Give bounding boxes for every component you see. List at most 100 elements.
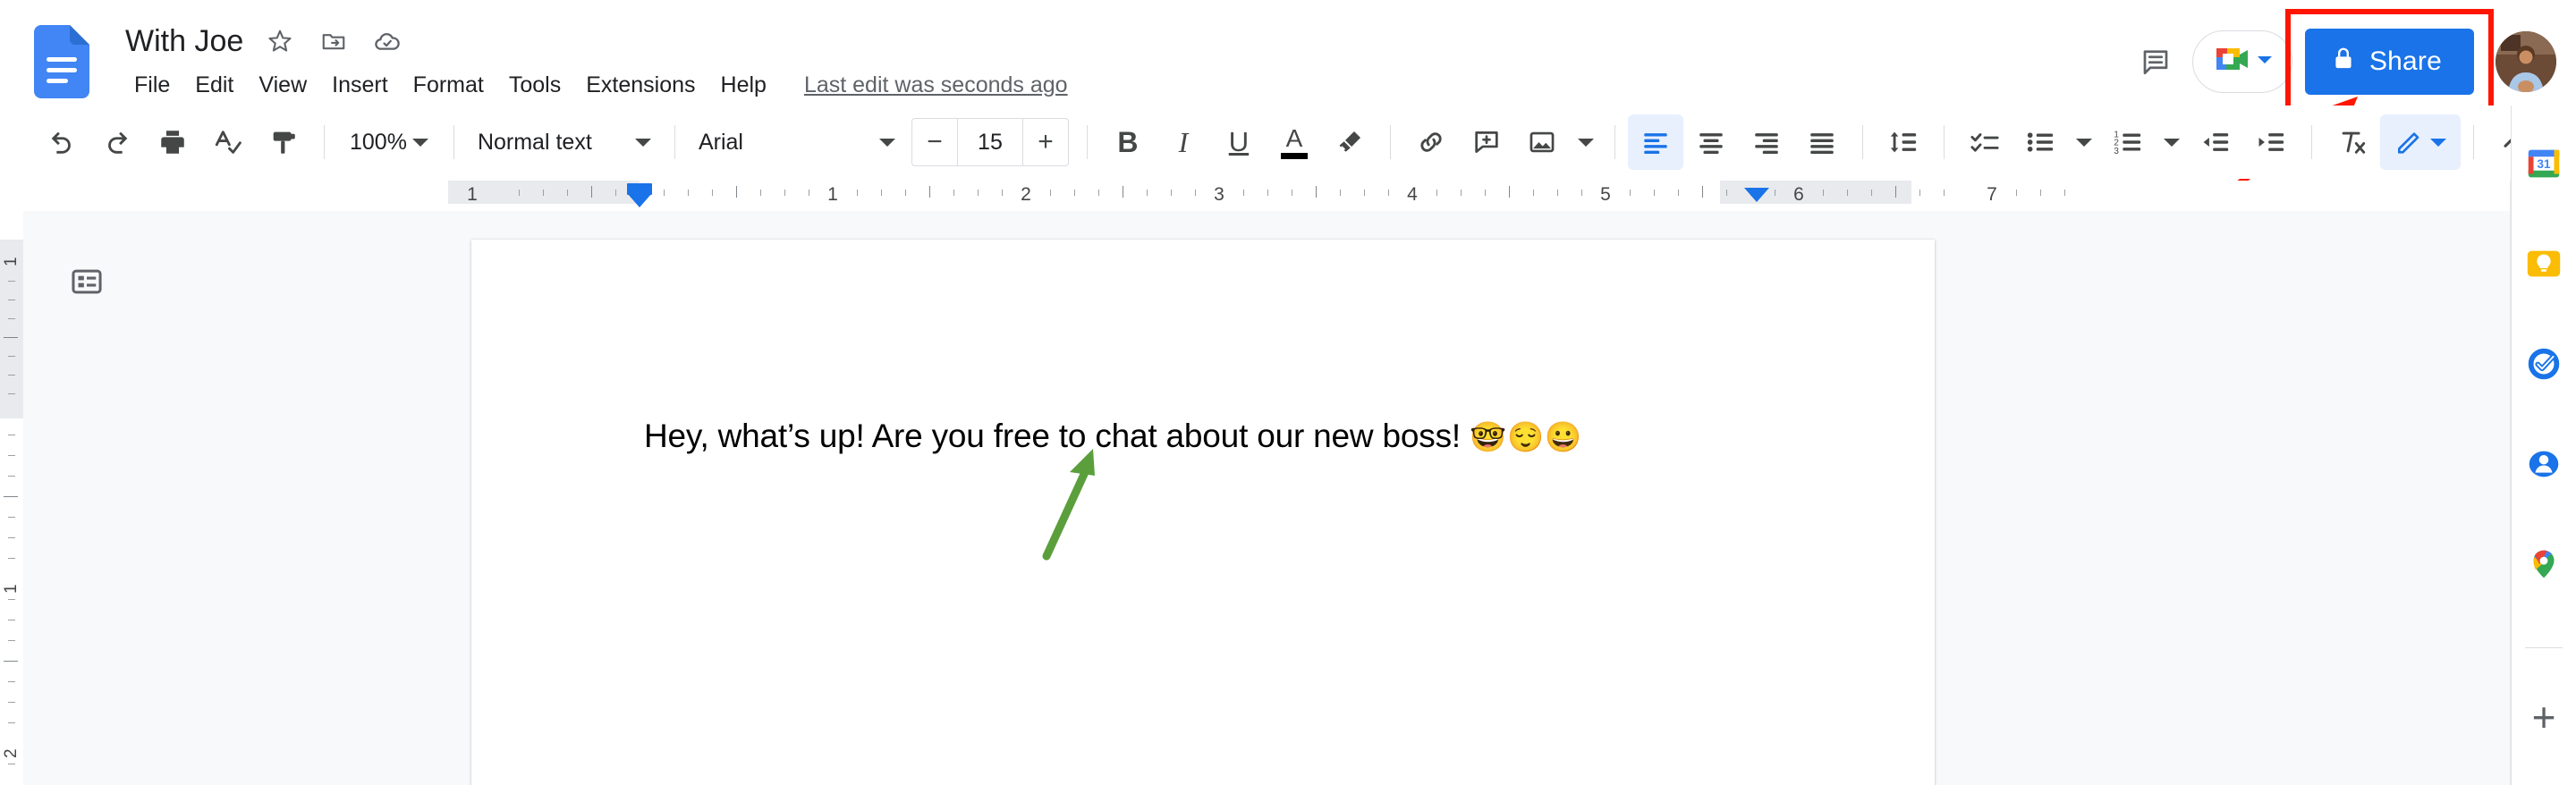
align-center-button[interactable]: [1683, 114, 1739, 170]
document-text[interactable]: Hey, what’s up! Are you free to chat abo…: [644, 418, 1582, 455]
bold-button[interactable]: B: [1100, 114, 1156, 170]
checklist-button[interactable]: [1957, 114, 2012, 170]
align-right-button[interactable]: [1739, 114, 1794, 170]
redo-button[interactable]: [89, 114, 145, 170]
menu-edit[interactable]: Edit: [182, 69, 246, 102]
document-emojis: 🤓😌😀: [1470, 420, 1583, 453]
toolbar-divider: [1943, 125, 1945, 159]
document-title[interactable]: With Joe: [122, 22, 247, 61]
menu-tools[interactable]: Tools: [496, 69, 573, 102]
ruler-tick: [712, 190, 713, 196]
font-size-input[interactable]: 15: [956, 119, 1023, 165]
last-edit-status[interactable]: Last edit was seconds ago: [804, 72, 1068, 98]
ruler-tick: [1581, 190, 1582, 196]
comment-history-icon[interactable]: [2124, 30, 2187, 93]
ruler-tick: [1098, 190, 1099, 196]
ruler-tick: [1461, 190, 1462, 196]
ruler-tick: [1074, 190, 1075, 196]
paragraph-style-dropdown[interactable]: Normal text: [467, 114, 662, 170]
ruler-tick: [1944, 190, 1945, 196]
side-panel-divider: [2525, 647, 2563, 648]
google-calendar-icon[interactable]: 31: [2521, 141, 2566, 186]
increase-indent-button[interactable]: [2243, 114, 2299, 170]
menu-help[interactable]: Help: [708, 69, 779, 102]
decrease-indent-button[interactable]: [2188, 114, 2243, 170]
add-ons-button[interactable]: +: [2521, 695, 2566, 739]
share-button[interactable]: Share: [2304, 28, 2474, 95]
google-maps-icon[interactable]: [2521, 542, 2566, 587]
star-icon[interactable]: [259, 21, 301, 62]
document-outline-icon[interactable]: [59, 254, 114, 309]
font-size-increase-button[interactable]: +: [1023, 119, 1068, 165]
menu-extensions[interactable]: Extensions: [573, 69, 708, 102]
right-indent-marker[interactable]: [1744, 188, 1769, 202]
spell-check-button[interactable]: [200, 114, 256, 170]
font-size-decrease-button[interactable]: −: [912, 119, 957, 165]
image-options-caret[interactable]: [1570, 114, 1602, 170]
align-left-button[interactable]: [1627, 114, 1683, 170]
bulleted-list-caret[interactable]: [2068, 114, 2100, 170]
vertical-ruler[interactable]: 1 1 2: [0, 211, 23, 785]
ruler-number: 7: [1987, 184, 1997, 205]
print-button[interactable]: [145, 114, 200, 170]
menu-format[interactable]: Format: [401, 69, 496, 102]
google-docs-window: With Joe File Edit View Insert Format To…: [0, 0, 2576, 785]
google-tasks-icon[interactable]: [2521, 342, 2566, 386]
ruler-tick: [8, 702, 15, 703]
menu-bar: File Edit View Insert Format Tools Exten…: [122, 64, 1068, 106]
move-to-folder-icon[interactable]: [313, 21, 354, 62]
undo-button[interactable]: [34, 114, 89, 170]
numbered-list-caret[interactable]: [2156, 114, 2188, 170]
ruler-number: 1: [827, 184, 838, 205]
line-spacing-button[interactable]: [1876, 114, 1931, 170]
toolbar-divider: [1614, 125, 1615, 159]
ruler-tick: [8, 599, 15, 600]
account-avatar[interactable]: [2496, 30, 2556, 92]
ruler-tick: [905, 190, 906, 196]
horizontal-ruler[interactable]: 1 1 2 3 4 5 6 7: [0, 181, 2511, 211]
toolbar-divider: [674, 125, 675, 159]
ruler-tick: [2040, 190, 2041, 196]
menu-view[interactable]: View: [246, 69, 319, 102]
ruler-tick: [8, 681, 15, 682]
highlight-color-button[interactable]: [1322, 114, 1377, 170]
ruler-number: 1: [2, 257, 21, 266]
ruler-tick: [1533, 190, 1534, 196]
insert-link-button[interactable]: [1403, 114, 1459, 170]
ruler-tick: [760, 190, 761, 196]
first-line-indent-marker[interactable]: [627, 193, 652, 207]
insert-image-button[interactable]: [1514, 114, 1570, 170]
font-family-dropdown[interactable]: Arial: [688, 114, 906, 170]
ruler-tick: [881, 190, 882, 196]
ruler-tick: [1630, 190, 1631, 196]
zoom-control[interactable]: 100%: [337, 114, 441, 170]
google-contacts-icon[interactable]: [2521, 442, 2566, 486]
editing-mode-button[interactable]: [2379, 114, 2461, 170]
align-justify-button[interactable]: [1794, 114, 1850, 170]
docs-logo-icon[interactable]: [34, 25, 89, 98]
menu-insert[interactable]: Insert: [319, 69, 401, 102]
google-meet-button[interactable]: [2191, 30, 2292, 93]
ruler-tick: [688, 190, 689, 196]
chevron-down-icon: [2075, 138, 2092, 147]
add-comment-button[interactable]: [1459, 114, 1514, 170]
plus-icon: +: [2531, 694, 2556, 740]
document-page[interactable]: Hey, what’s up! Are you free to chat abo…: [471, 240, 1935, 785]
ruler-tick: [1485, 190, 1486, 196]
underline-button[interactable]: U: [1211, 114, 1267, 170]
text-color-button[interactable]: A: [1267, 114, 1322, 170]
toolbar-divider: [1389, 125, 1391, 159]
toolbar-divider: [2310, 125, 2312, 159]
italic-button[interactable]: I: [1156, 114, 1211, 170]
bulleted-list-button[interactable]: [2012, 114, 2068, 170]
menu-file[interactable]: File: [122, 69, 182, 102]
ruler-tick: [736, 186, 737, 198]
ruler-tick: [2016, 190, 2017, 196]
numbered-list-button[interactable]: 1 2 3: [2100, 114, 2156, 170]
calendar-badge: 31: [2538, 157, 2551, 171]
cloud-saved-icon[interactable]: [367, 21, 408, 62]
chevron-down-icon: [411, 138, 428, 147]
google-keep-icon[interactable]: [2521, 241, 2566, 286]
clear-formatting-button[interactable]: [2325, 114, 2380, 170]
paint-format-button[interactable]: [256, 114, 311, 170]
